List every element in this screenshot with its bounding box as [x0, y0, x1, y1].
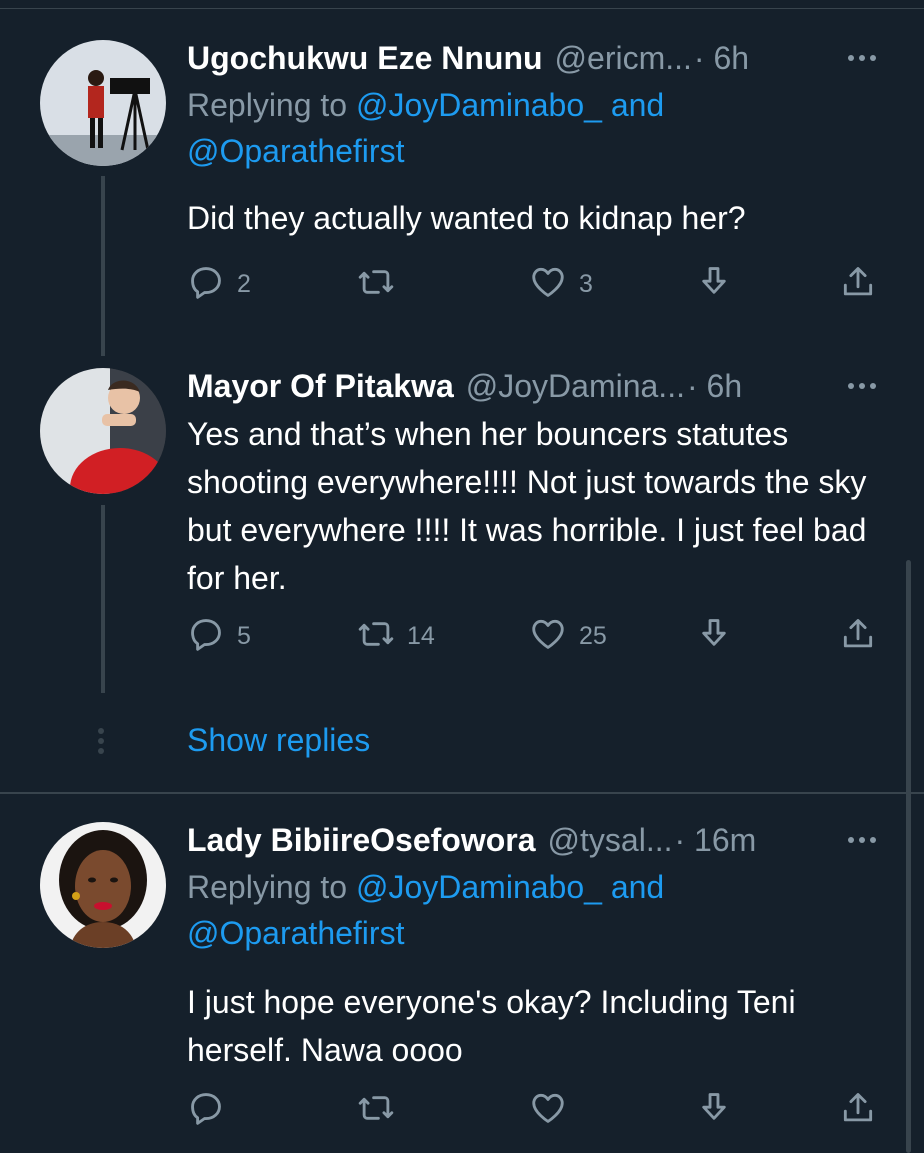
avatar[interactable] — [40, 822, 166, 948]
reply-icon — [187, 615, 225, 658]
like-count: 3 — [579, 269, 593, 298]
display-name[interactable]: Mayor Of Pitakwa — [187, 368, 454, 405]
tweet-header: Mayor Of Pitakwa @JoyDamina... · 6h — [187, 364, 884, 408]
retweet-icon — [357, 615, 395, 658]
replying-prefix: Replying to — [187, 87, 356, 123]
more-options-icon[interactable] — [848, 36, 876, 80]
retweet-icon — [357, 263, 395, 306]
display-name[interactable]: Ugochukwu Eze Nnunu — [187, 40, 543, 77]
share-icon — [839, 263, 877, 306]
user-handle[interactable]: @JoyDamina... — [466, 368, 685, 405]
retweet-button[interactable] — [357, 264, 407, 304]
conjunction: and — [601, 869, 665, 905]
thread-line — [101, 505, 105, 693]
conjunction: and — [601, 87, 665, 123]
like-button[interactable]: 3 — [529, 264, 593, 304]
reply-icon — [187, 1089, 225, 1132]
mention-link[interactable]: @JoyDaminabo_ — [356, 869, 602, 905]
reply-button[interactable]: 2 — [187, 264, 251, 304]
user-handle[interactable]: @ericm... — [555, 40, 692, 77]
replying-prefix: Replying to — [187, 869, 356, 905]
download-button[interactable] — [695, 264, 733, 304]
avatar[interactable] — [40, 40, 166, 166]
retweet-button[interactable] — [357, 1090, 407, 1130]
like-icon — [529, 1089, 567, 1132]
like-icon — [529, 263, 567, 306]
reply-button[interactable] — [187, 1090, 237, 1130]
retweet-button[interactable]: 14 — [357, 616, 435, 656]
user-handle[interactable]: @tysal... — [548, 822, 673, 859]
tweet-actions: 2 3 — [187, 264, 887, 304]
tweet-thread-page: Ugochukwu Eze Nnunu @ericm... · 6h Reply… — [0, 0, 924, 1153]
more-options-icon[interactable] — [848, 364, 876, 408]
download-button[interactable] — [695, 1090, 733, 1130]
download-button[interactable] — [695, 616, 733, 656]
thread-dots-icon — [98, 728, 104, 754]
timestamp[interactable]: · 6h — [687, 368, 742, 405]
show-replies-link[interactable]: Show replies — [187, 722, 370, 759]
retweet-count: 14 — [407, 621, 435, 650]
tweet-actions — [187, 1090, 887, 1130]
tweet-text: Did they actually wanted to kidnap her? — [187, 200, 746, 236]
download-icon — [695, 1089, 733, 1132]
like-button[interactable] — [529, 1090, 579, 1130]
reply-count: 2 — [237, 269, 251, 298]
share-icon — [839, 615, 877, 658]
tweet-text: I just hope everyone's okay? Including T… — [187, 984, 796, 1068]
mention-link[interactable]: @Oparathefirst — [187, 133, 404, 169]
share-icon — [839, 1089, 877, 1132]
tweet-header: Lady BibiireOsefowora @tysal... · 16m — [187, 818, 884, 862]
scrollbar[interactable] — [906, 560, 911, 1153]
retweet-icon — [357, 1089, 395, 1132]
replying-to: Replying to @JoyDaminabo_ and @Oparathef… — [187, 82, 884, 174]
tweet-header: Ugochukwu Eze Nnunu @ericm... · 6h — [187, 36, 884, 80]
reply-count: 5 — [237, 621, 251, 650]
tweet-1[interactable]: Ugochukwu Eze Nnunu @ericm... · 6h Reply… — [0, 0, 924, 330]
like-count: 25 — [579, 621, 607, 650]
avatar[interactable] — [40, 368, 166, 494]
download-icon — [695, 615, 733, 658]
download-icon — [695, 263, 733, 306]
tweet-2[interactable]: Mayor Of Pitakwa @JoyDamina... · 6h Yes … — [0, 360, 924, 700]
like-icon — [529, 615, 567, 658]
timestamp[interactable]: · 6h — [694, 40, 749, 77]
like-button[interactable]: 25 — [529, 616, 607, 656]
share-button[interactable] — [839, 264, 877, 304]
reply-button[interactable]: 5 — [187, 616, 251, 656]
share-button[interactable] — [839, 616, 877, 656]
tweet-actions: 5 14 25 — [187, 616, 887, 656]
mention-link[interactable]: @Oparathefirst — [187, 915, 404, 951]
mention-link[interactable]: @JoyDaminabo_ — [356, 87, 602, 123]
share-button[interactable] — [839, 1090, 877, 1130]
timestamp[interactable]: · 16m — [674, 822, 756, 859]
tweet-3[interactable]: Lady BibiireOsefowora @tysal... · 16m Re… — [0, 794, 924, 1153]
more-options-icon[interactable] — [848, 818, 876, 862]
reply-icon — [187, 263, 225, 306]
display-name[interactable]: Lady BibiireOsefowora — [187, 822, 536, 859]
replying-to: Replying to @JoyDaminabo_ and @Oparathef… — [187, 864, 884, 956]
thread-line — [101, 176, 105, 356]
tweet-text: Yes and that’s when her bouncers statute… — [187, 416, 867, 596]
